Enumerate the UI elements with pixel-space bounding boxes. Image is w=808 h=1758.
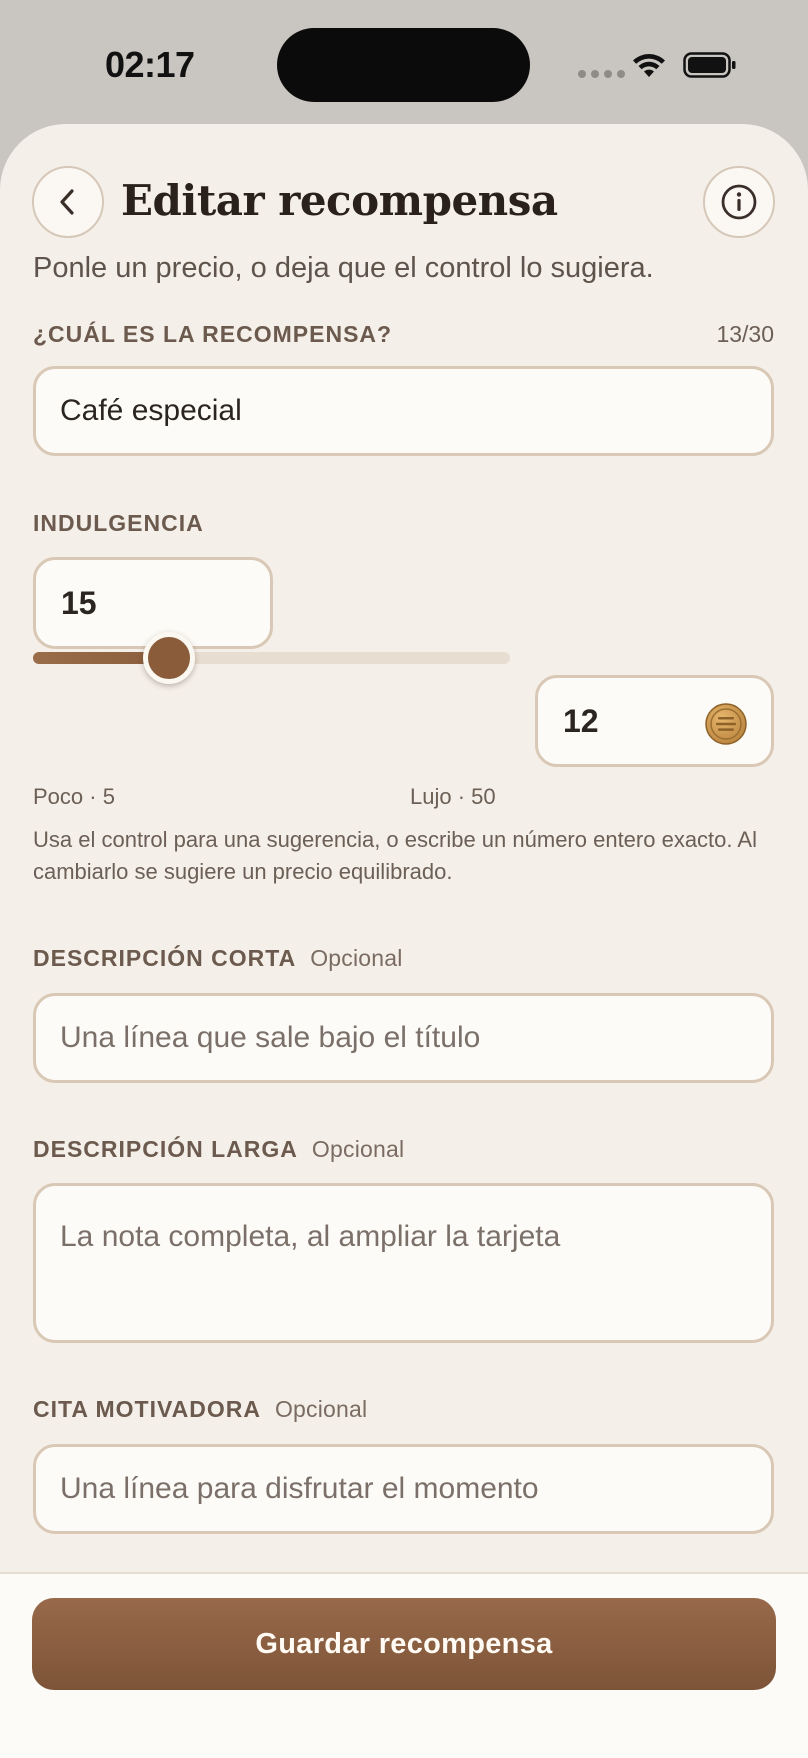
short-description-input[interactable]: Una línea que sale bajo el título	[33, 993, 774, 1083]
long-description-label-text: DESCRIPCIÓN LARGA	[33, 1136, 298, 1162]
quote-placeholder: Una línea para disfrutar el momento	[60, 1472, 539, 1505]
reward-char-counter: 13/30	[716, 321, 774, 347]
optional-tag: Opcional	[274, 1396, 368, 1422]
status-time: 02:17	[105, 44, 195, 85]
optional-tag: Opcional	[310, 945, 403, 971]
optional-tag: Opcional	[311, 1136, 405, 1162]
battery-icon	[683, 52, 736, 78]
edit-reward-sheet: Editar recompensa Ponle un precio, o dej…	[0, 124, 808, 1758]
save-reward-button[interactable]: Guardar recompensa	[32, 1598, 776, 1690]
page-title: Editar recompensa	[121, 176, 558, 225]
indulgence-slider[interactable]	[33, 632, 510, 684]
wifi-icon	[633, 54, 665, 77]
quote-label-text: CITA MOTIVADORA	[33, 1396, 261, 1422]
quote-label: CITA MOTIVADORA Opcional	[33, 1396, 367, 1423]
info-button[interactable]	[703, 166, 775, 238]
short-description-label-text: DESCRIPCIÓN CORTA	[33, 945, 297, 971]
long-description-placeholder: La nota completa, al ampliar la tarjeta	[60, 1220, 561, 1253]
slider-thumb[interactable]	[143, 632, 195, 684]
status-bar: 02:17	[0, 0, 808, 126]
long-description-textarea[interactable]: La nota completa, al ampliar la tarjeta	[33, 1183, 774, 1343]
chevron-left-icon	[60, 189, 74, 215]
short-description-placeholder: Una línea que sale bajo el título	[60, 1021, 481, 1054]
long-description-label: DESCRIPCIÓN LARGA Opcional	[33, 1136, 404, 1163]
reward-name-input[interactable]: Café especial	[33, 366, 774, 456]
short-description-label: DESCRIPCIÓN CORTA Opcional	[33, 945, 403, 972]
dynamic-island	[277, 28, 530, 102]
cellular-signal-icon	[578, 70, 625, 78]
reward-label: ¿CUÁL ES LA RECOMPENSA?	[33, 321, 393, 347]
price-input[interactable]: 12	[535, 675, 774, 767]
price-value: 12	[563, 702, 599, 739]
coin-icon	[705, 703, 747, 745]
back-button[interactable]	[32, 166, 104, 238]
info-icon	[721, 184, 757, 220]
page-subtitle: Ponle un precio, o deja que el control l…	[33, 252, 654, 284]
indulgence-value: 15	[61, 584, 97, 621]
bottom-action-bar: Guardar recompensa	[0, 1572, 808, 1758]
reward-name-value: Café especial	[60, 394, 242, 427]
indulgence-help-text: Usa el control para una sugerencia, o es…	[33, 827, 757, 884]
slider-min-label: Poco · 5	[33, 784, 115, 809]
indulgence-label: INDULGENCIA	[33, 510, 204, 536]
slider-max-label: Lujo · 50	[410, 784, 496, 809]
quote-input[interactable]: Una línea para disfrutar el momento	[33, 1444, 774, 1534]
